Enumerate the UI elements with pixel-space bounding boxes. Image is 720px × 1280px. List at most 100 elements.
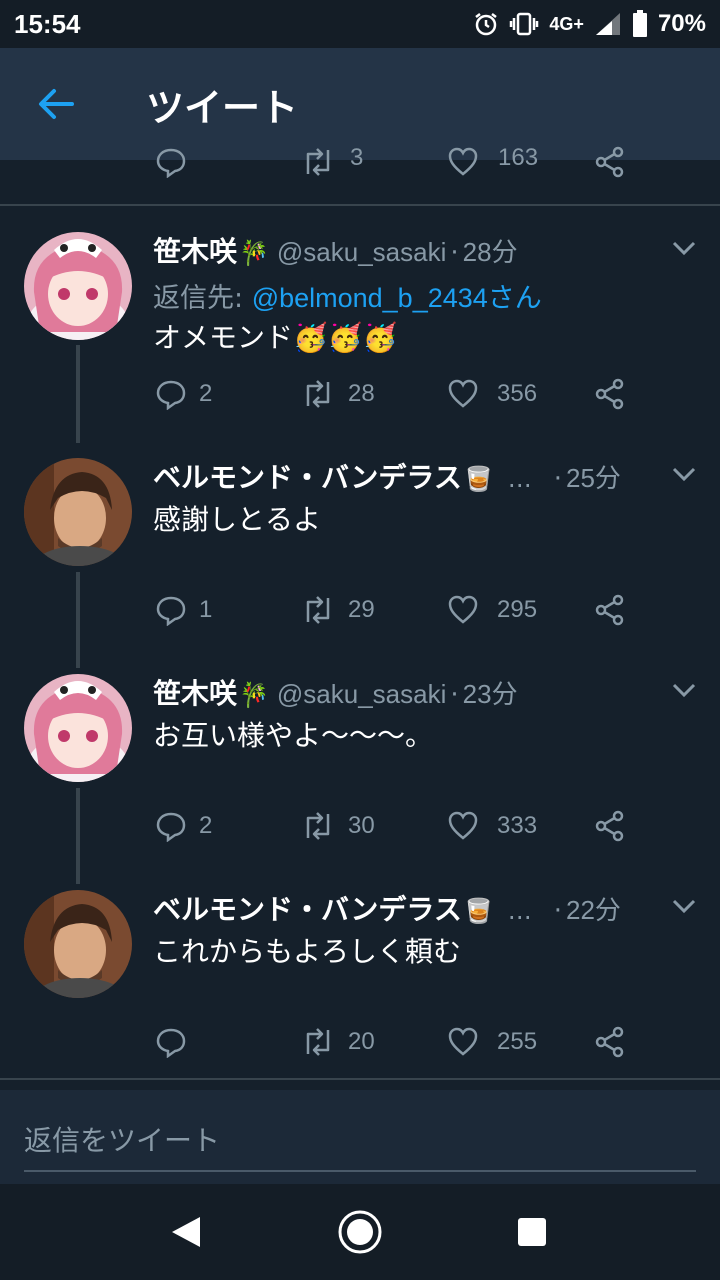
avatar[interactable] <box>24 674 132 782</box>
avatar[interactable] <box>24 458 132 566</box>
reply-icon[interactable] <box>155 146 187 178</box>
share-button[interactable] <box>594 1022 626 1062</box>
reply-icon <box>156 1028 186 1058</box>
tweet-header: ベルモンド・バンデラス 🥃 … · 22分 <box>153 888 664 928</box>
reply-button[interactable]: 2 <box>155 374 212 414</box>
retweet-count: 20 <box>348 1028 375 1055</box>
nav-recents-button[interactable] <box>508 1208 556 1256</box>
retweet-count: 29 <box>348 596 375 623</box>
reply-count: 2 <box>199 812 213 839</box>
nav-back-button[interactable] <box>162 1208 210 1256</box>
tweet-actions: 2 28 356 <box>153 374 653 414</box>
reply-button[interactable]: 1 <box>155 590 212 630</box>
display-name[interactable]: 笹木咲 <box>153 230 237 270</box>
thread-line <box>76 345 80 443</box>
avatar-image <box>24 232 132 340</box>
like-count: 356 <box>497 380 538 407</box>
share-icon[interactable] <box>594 146 626 178</box>
like-count: 163 <box>498 144 539 171</box>
chevron-down-icon[interactable] <box>670 896 698 916</box>
share-button[interactable] <box>594 590 626 630</box>
reply-count: 1 <box>199 596 213 623</box>
retweet-button[interactable]: 30 <box>300 806 375 846</box>
tweet-actions: 20 255 <box>153 1022 653 1062</box>
reply-button[interactable] <box>155 1022 199 1062</box>
tweet-time: 28分 <box>462 237 518 267</box>
avatar[interactable] <box>24 232 132 340</box>
display-name[interactable]: 笹木咲 <box>153 672 237 712</box>
page-title: ツイート <box>146 85 299 130</box>
separator-dot: · <box>553 896 562 926</box>
network-type: 4G+ <box>549 13 584 34</box>
previous-tweet-actions: 3 163 <box>0 140 720 204</box>
tweet-header: ベルモンド・バンデラス 🥃 … · 25分 <box>153 456 664 496</box>
share-icon <box>595 594 624 626</box>
like-icon <box>448 1027 478 1056</box>
vibrate-icon <box>510 12 539 36</box>
retweet-icon <box>306 380 330 408</box>
like-count: 333 <box>497 812 538 839</box>
tweet-text: これからもよろしく頼む <box>153 935 462 968</box>
like-icon <box>448 379 478 408</box>
signal-icon <box>595 13 620 35</box>
separator-dot: · <box>553 464 562 494</box>
user-handle[interactable]: @saku_sasaki <box>277 237 446 268</box>
reply-icon <box>156 812 186 842</box>
reply-count: 2 <box>199 380 213 407</box>
like-button[interactable]: 356 <box>447 374 537 414</box>
retweet-icon[interactable] <box>300 146 336 178</box>
reply-to-mention[interactable]: @belmond_b_2434さん <box>252 283 542 313</box>
nav-recents-icon <box>518 1218 546 1246</box>
tweet-time: 22分 <box>566 895 621 925</box>
android-nav-bar <box>0 1184 720 1280</box>
status-bar: 15:54 4G+ 70% <box>0 0 720 48</box>
user-handle[interactable]: @saku_sasaki <box>277 679 446 710</box>
separator-dot: · <box>450 680 459 710</box>
name-ellipsis: … <box>507 465 532 493</box>
nav-home-icon <box>338 1210 382 1254</box>
divider <box>0 1078 720 1080</box>
name-emoji: 🥃 <box>463 897 494 925</box>
share-button[interactable] <box>594 806 626 846</box>
like-button[interactable]: 333 <box>447 806 537 846</box>
retweet-count: 3 <box>350 144 364 171</box>
share-button[interactable] <box>594 374 626 414</box>
battery-percent: 70% <box>657 10 706 37</box>
reply-input[interactable] <box>24 1110 696 1172</box>
status-time: 15:54 <box>14 8 81 39</box>
nav-back-icon <box>172 1217 200 1247</box>
like-icon[interactable] <box>447 146 479 178</box>
display-name[interactable]: ベルモンド・バンデラス <box>153 456 462 496</box>
thread-line <box>76 788 80 884</box>
like-icon <box>448 811 478 840</box>
display-name[interactable]: ベルモンド・バンデラス <box>153 888 462 928</box>
back-arrow-icon <box>39 89 74 119</box>
retweet-button[interactable]: 28 <box>300 374 375 414</box>
tweet-time: 25分 <box>566 463 621 493</box>
like-button[interactable]: 255 <box>447 1022 537 1062</box>
avatar[interactable] <box>24 890 132 998</box>
battery-icon <box>632 10 647 37</box>
alarm-icon <box>475 13 498 36</box>
reply-button[interactable]: 2 <box>155 806 212 846</box>
separator-dot: · <box>450 238 459 268</box>
tweet-text: オメモンド🥳🥳🥳 <box>153 321 398 354</box>
tweet-text: お互い様やよ〜〜〜。 <box>153 719 434 752</box>
name-emoji: 🥃 <box>463 465 494 493</box>
nav-home-button[interactable] <box>336 1208 384 1256</box>
share-icon <box>595 378 624 410</box>
chevron-down-icon[interactable] <box>670 464 698 484</box>
avatar-image <box>24 458 132 566</box>
retweet-button[interactable]: 20 <box>300 1022 375 1062</box>
tweet-text: 感謝しとるよ <box>153 503 322 536</box>
thread-line <box>76 572 80 668</box>
like-count: 255 <box>497 1028 538 1055</box>
chevron-down-icon[interactable] <box>670 238 698 258</box>
tweet-actions: 2 30 333 <box>153 806 653 846</box>
like-button[interactable]: 295 <box>447 590 537 630</box>
name-emoji: 🎋 <box>239 239 269 267</box>
avatar-image <box>24 674 132 782</box>
retweet-button[interactable]: 29 <box>300 590 375 630</box>
retweet-icon <box>306 1028 330 1056</box>
chevron-down-icon[interactable] <box>670 680 698 700</box>
